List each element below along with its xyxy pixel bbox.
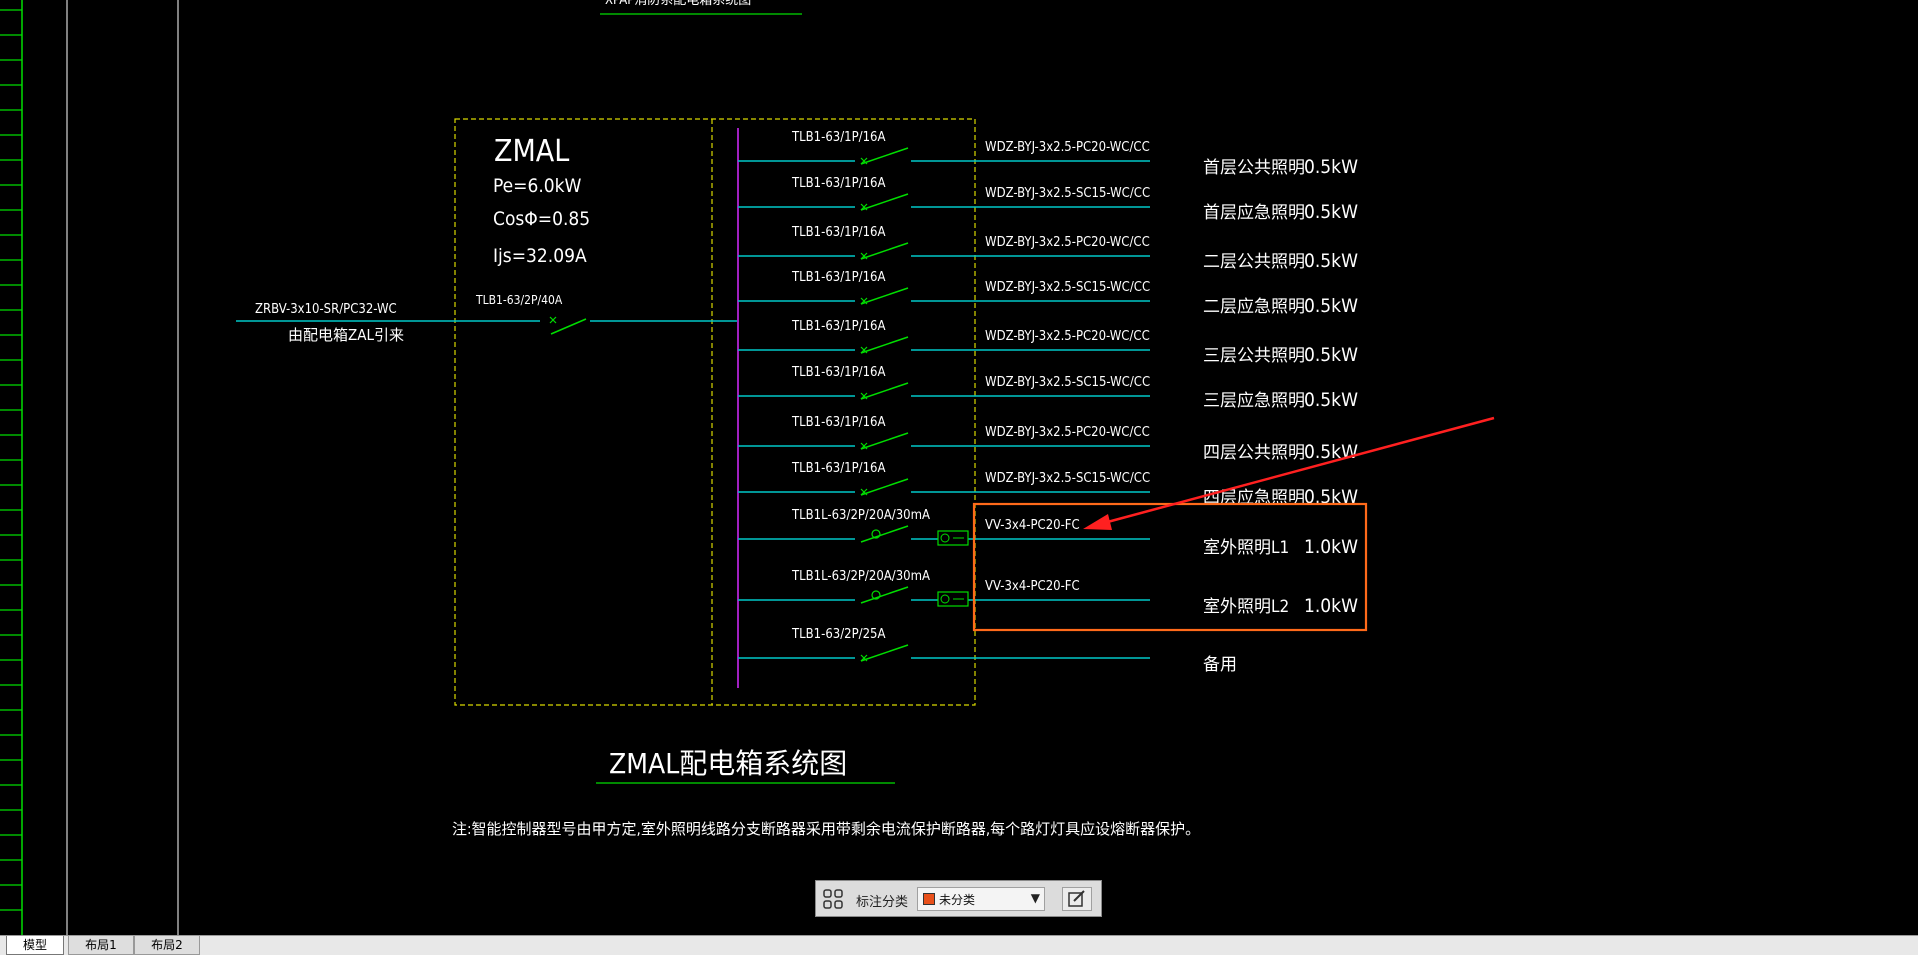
breaker-gap <box>855 585 911 604</box>
load-label: 三层公共照明 <box>1203 346 1305 366</box>
breaker-label: TLB1L-63/2P/20A/30mA <box>791 569 930 584</box>
breaker-label: TLB1-63/1P/16A <box>791 319 885 334</box>
breaker-label: TLB1-63/1P/16A <box>791 130 885 145</box>
load-label: 四层公共照明 <box>1203 443 1305 463</box>
power-label: 0.5kW <box>1304 344 1358 366</box>
breaker-label: TLB1-63/1P/16A <box>791 461 885 476</box>
cable-label: WDZ-BYJ-3x2.5-SC15-WC/CC <box>985 375 1150 390</box>
load-label: 室外照明L1 <box>1203 538 1289 558</box>
power-label: 1.0kW <box>1304 595 1358 617</box>
chevron-down-icon: ▼ <box>1030 891 1040 905</box>
cable-label: VV-3x4-PC20-FC <box>985 518 1080 533</box>
power-label: 0.5kW <box>1304 389 1358 411</box>
category-selected-value: 未分类 <box>939 893 976 907</box>
power-label: 0.5kW <box>1304 250 1358 272</box>
edit-icon <box>1068 890 1085 907</box>
cable-label: WDZ-BYJ-3x2.5-SC15-WC/CC <box>985 280 1150 295</box>
cad-drawing-canvas[interactable]: XPAP消防系配电箱系统图 ZMAL Pe=6.0kW CosΦ=0.85 Ij… <box>0 0 1918 954</box>
cable-label: WDZ-BYJ-3x2.5-PC20-WC/CC <box>985 329 1150 344</box>
cable-label: WDZ-BYJ-3x2.5-PC20-WC/CC <box>985 425 1150 440</box>
load-label: 备用 <box>1203 655 1237 675</box>
load-label: 三层应急照明 <box>1203 391 1305 411</box>
diagram-title: ZMAL配电箱系统图 <box>609 747 847 780</box>
breaker-label: TLB1-63/1P/16A <box>791 415 885 430</box>
load-label: 首层应急照明 <box>1203 203 1305 223</box>
power-label: 1.0kW <box>1304 536 1358 558</box>
category-color-swatch <box>923 893 935 905</box>
top-title-partial: XPAP消防系配电箱系统图 <box>605 0 751 8</box>
panel-cos: CosΦ=0.85 <box>493 208 590 230</box>
main-breaker-symbol <box>540 316 590 335</box>
incoming-source: 由配电箱ZAL引来 <box>288 326 404 344</box>
breaker-gap <box>855 524 911 543</box>
breaker-label: TLB1-63/1P/16A <box>791 365 885 380</box>
cable-label: VV-3x4-PC20-FC <box>985 579 1080 594</box>
panel-name: ZMAL <box>494 134 569 169</box>
annotation-category-label: 标注分类 <box>856 895 909 910</box>
load-label: 室外照明L2 <box>1203 597 1289 617</box>
cable-label: WDZ-BYJ-3x2.5-PC20-WC/CC <box>985 140 1150 155</box>
load-label: 首层公共照明 <box>1203 158 1305 178</box>
power-label: 0.5kW <box>1304 156 1358 178</box>
breaker-label: TLB1L-63/2P/20A/30mA <box>791 508 930 523</box>
cable-label: WDZ-BYJ-3x2.5-SC15-WC/CC <box>985 186 1150 201</box>
main-breaker-label: TLB1-63/2P/40A <box>475 293 563 307</box>
breaker-label: TLB1-63/2P/25A <box>791 627 885 642</box>
annotation-toolbar: 标注分类 未分类 ▼ <box>815 880 1102 917</box>
annotation-category-select[interactable]: 未分类 ▼ <box>917 887 1045 911</box>
load-label: 二层应急照明 <box>1203 297 1305 317</box>
breaker-label: TLB1-63/1P/16A <box>791 225 885 240</box>
tab-layout-2[interactable]: 布局2 <box>134 936 200 955</box>
power-label: 0.5kW <box>1304 441 1358 463</box>
breaker-label: TLB1-63/1P/16A <box>791 270 885 285</box>
edit-button[interactable] <box>1062 887 1092 911</box>
tab-layout-1[interactable]: 布局1 <box>68 936 134 955</box>
cable-label: WDZ-BYJ-3x2.5-PC20-WC/CC <box>985 235 1150 250</box>
breaker-label: TLB1-63/1P/16A <box>791 176 885 191</box>
drawing-note: 注:智能控制器型号由甲方定,室外照明线路分支断路器采用带剩余电流保护断路器,每个… <box>452 820 1200 838</box>
grid-icon[interactable] <box>822 888 844 910</box>
panel-ijs: Ijs=32.09A <box>493 245 587 267</box>
panel-pe: Pe=6.0kW <box>493 175 582 197</box>
tab-model[interactable]: 模型 <box>6 936 64 955</box>
incoming-cable: ZRBV-3x10-SR/PC32-WC <box>255 302 397 317</box>
power-label: 0.5kW <box>1304 295 1358 317</box>
power-label: 0.5kW <box>1304 201 1358 223</box>
load-label: 二层公共照明 <box>1203 252 1305 272</box>
cable-label: WDZ-BYJ-3x2.5-SC15-WC/CC <box>985 471 1150 486</box>
layout-tabs-bar: 模型 布局1 布局2 <box>0 935 1918 955</box>
